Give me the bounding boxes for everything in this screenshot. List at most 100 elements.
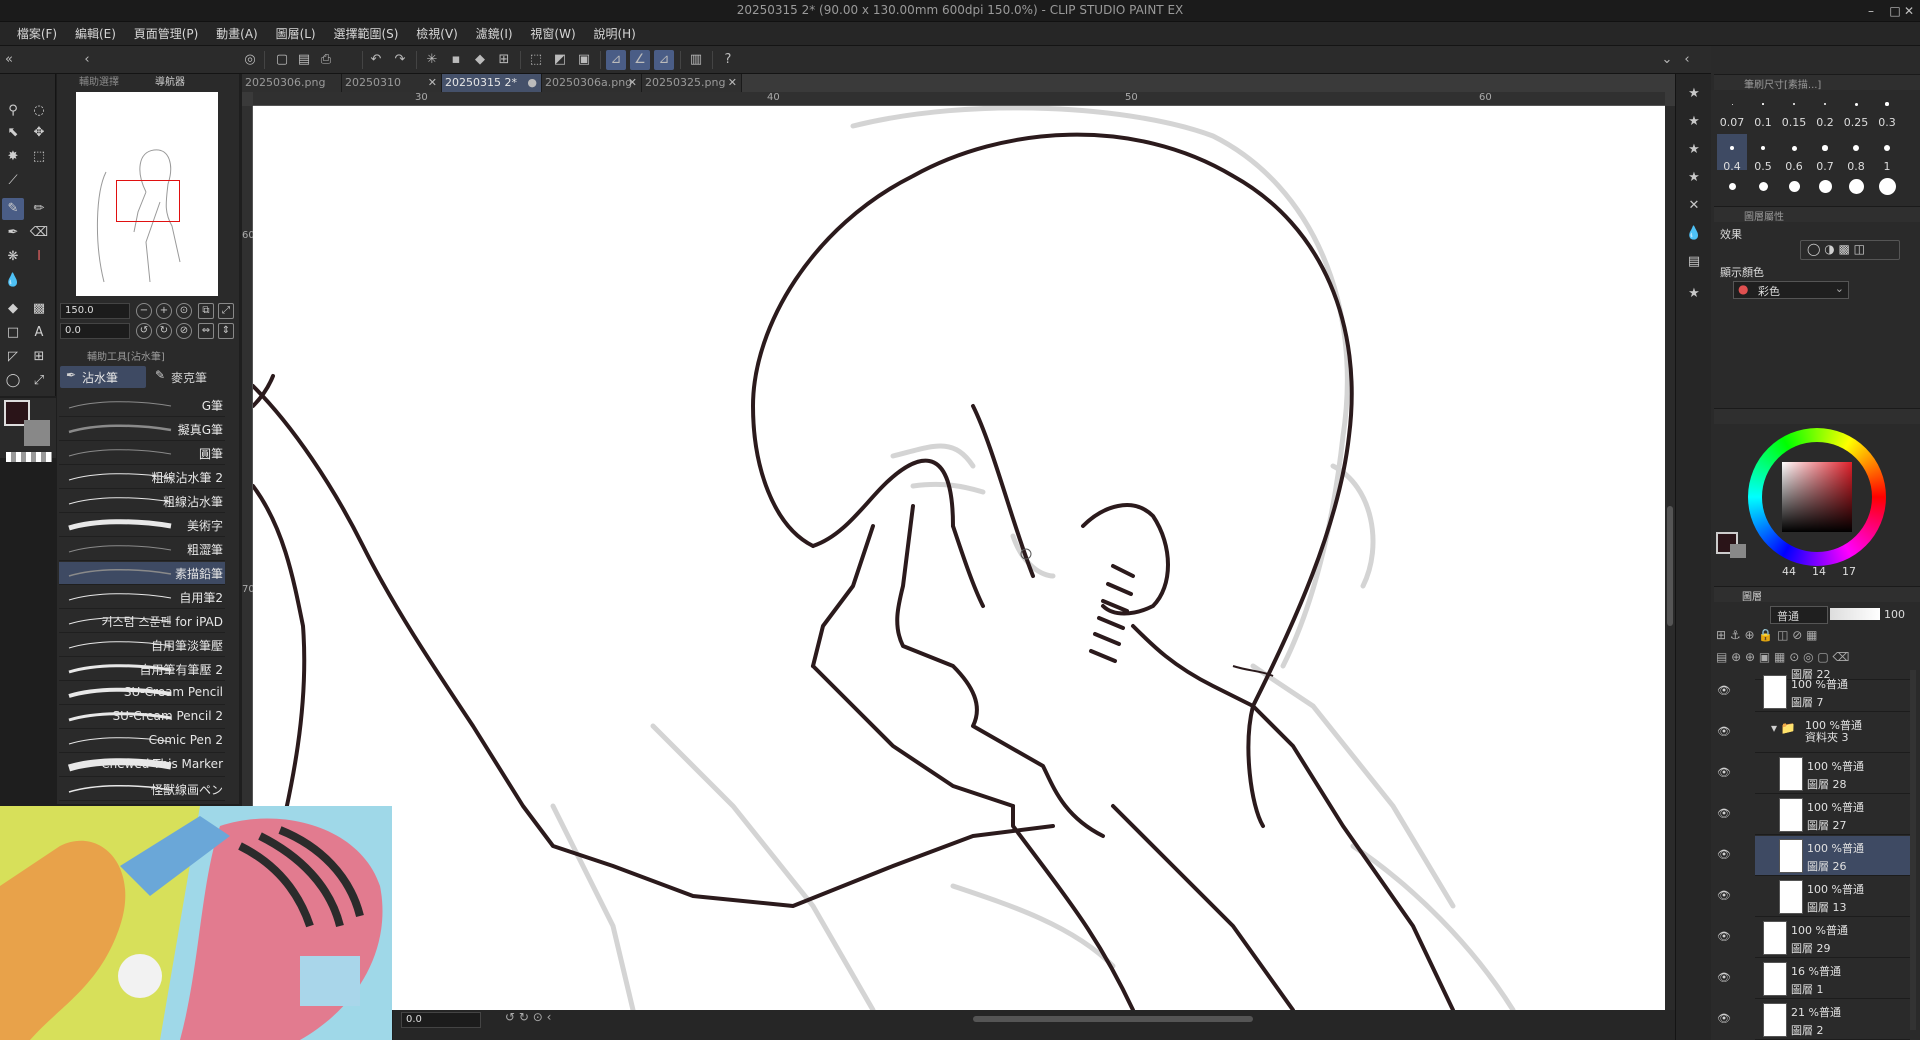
eye-icon[interactable]: 👁 — [1717, 1012, 1735, 1026]
eye-icon[interactable]: 👁 — [1717, 684, 1735, 698]
figure-tool-icon[interactable]: □ — [2, 322, 24, 344]
fit-window-icon[interactable]: ⤢ — [218, 303, 234, 319]
brush-size-value[interactable]: 0.2 — [1810, 116, 1840, 129]
layer-row[interactable]: 100 %普通 圖層 28 — [1755, 754, 1910, 794]
brush-size-value[interactable]: 0.4 — [1717, 160, 1747, 173]
material-icon-2[interactable]: ★ — [1684, 112, 1704, 132]
layer-scrollbar[interactable] — [1910, 670, 1916, 1030]
invert-select-icon[interactable]: ◩ — [550, 50, 570, 70]
brush-size-value[interactable]: 0.7 — [1810, 160, 1840, 173]
undo-icon[interactable]: ↶ — [366, 50, 386, 70]
fill-tool-icon[interactable]: ◆ — [2, 298, 24, 320]
layer-row[interactable]: ▾ 📁 100 %普通 資料夾 3 — [1755, 713, 1910, 753]
tab-dip-pen[interactable]: ✒ 沾水筆 — [60, 366, 146, 388]
brush-size-value[interactable]: 0.07 — [1717, 116, 1747, 129]
layer-row[interactable]: 21 %普通 圖層 2 — [1755, 1000, 1910, 1040]
layer-row[interactable]: 100 %普通 圖層 27 — [1755, 795, 1910, 835]
auto-select-icon[interactable]: ✸ — [2, 146, 24, 168]
drop-icon[interactable]: 💧 — [1684, 224, 1704, 244]
brush-size-value[interactable]: 0.3 — [1872, 116, 1902, 129]
actual-size-icon[interactable]: ⊙ — [176, 303, 192, 319]
minimize-button[interactable]: – — [1858, 0, 1884, 22]
layer-row[interactable]: 100 %普通 圖層 13 — [1755, 877, 1910, 917]
brush-size-dot[interactable] — [1853, 145, 1859, 151]
brush-size-dot[interactable] — [1791, 145, 1797, 151]
material-icon-3[interactable]: ★ — [1684, 140, 1704, 160]
brush-item[interactable]: 커스텀 스푼펜 for iPAD — [59, 610, 225, 633]
brush-tool-icon[interactable]: ✒ — [2, 222, 24, 244]
brush-size-dot[interactable] — [1762, 103, 1764, 105]
brush-item[interactable]: 粗線沾水筆 2 — [59, 466, 225, 489]
brush-item[interactable]: 粗線沾水筆 — [59, 490, 225, 513]
menu-filter[interactable]: 濾鏡(I) — [469, 22, 520, 46]
brush-item[interactable]: 怪獸線画ペン — [59, 778, 225, 801]
brush-item[interactable]: SU-Cream Pencil — [59, 682, 225, 705]
text-tool-icon[interactable]: A — [28, 322, 50, 344]
flip-h-icon[interactable]: ⇔ — [198, 323, 214, 339]
folder-icon[interactable]: ▾ 📁 — [1771, 721, 1796, 735]
brush-size-dot[interactable] — [1788, 180, 1800, 192]
brush-item[interactable]: 圓筆 — [59, 442, 225, 465]
manual-icon[interactable]: ▥ — [686, 50, 706, 70]
vertical-scroll-thumb[interactable] — [1667, 506, 1673, 626]
zoom-out-icon[interactable]: − — [136, 303, 152, 319]
zoom-value[interactable]: 150.0 — [60, 303, 130, 319]
brush-item[interactable]: Chewed This Marker — [59, 754, 225, 777]
menu-select[interactable]: 選擇範圍(S) — [326, 22, 405, 46]
brush-item[interactable]: 美術字 — [59, 514, 225, 537]
menu-layer[interactable]: 圖層(L) — [269, 22, 323, 46]
eye-icon[interactable]: 👁 — [1717, 971, 1735, 985]
tab-assist[interactable]: 輔助選擇 — [79, 74, 119, 92]
doc-tab-2[interactable]: 20250310 ✕ — [342, 74, 442, 92]
chevron-left-icon-2[interactable]: ‹ — [1680, 50, 1694, 70]
border-effect-icon[interactable]: ◯ ◑ ▩ ◫ — [1807, 242, 1865, 256]
tab-navigator[interactable]: 導航器 — [155, 74, 185, 92]
brush-size-dot[interactable] — [1854, 102, 1858, 106]
ruler-frame-icon[interactable]: ⊞ — [28, 346, 50, 368]
doc-tab-3[interactable]: 20250315 2* ● — [442, 74, 542, 92]
object-tool-icon[interactable]: ⬉ — [2, 122, 24, 144]
rotate-controls-icon[interactable]: ↺ ↻ ⊙ ‹ — [505, 1010, 551, 1024]
brush-size-dot[interactable] — [1728, 182, 1736, 190]
rect-select-icon[interactable]: ⬚ — [28, 146, 50, 168]
doc-tab-1[interactable]: 20250306.png — [242, 74, 342, 92]
chevron-down-icon[interactable]: ⌄ — [1660, 50, 1674, 70]
fill-icon[interactable]: ◆ — [470, 50, 490, 70]
gradient-tool-icon[interactable]: ▩ — [28, 298, 50, 320]
lasso-select-icon[interactable]: ◌ — [28, 100, 50, 122]
correct-line-icon[interactable]: ⤢ — [28, 370, 50, 392]
deselect-icon[interactable]: ⬚ — [526, 50, 546, 70]
save-icon[interactable]: ⎙ — [316, 50, 336, 70]
brush-size-dot[interactable] — [1885, 102, 1889, 106]
status-zoom[interactable]: 0.0 — [401, 1012, 481, 1028]
collapse-left-icon[interactable]: « — [2, 50, 16, 70]
brush-item[interactable]: 粗澀筆 — [59, 538, 225, 561]
close-tab-icon[interactable]: ✕ — [728, 74, 737, 92]
brush-size-value[interactable]: 0.6 — [1779, 160, 1809, 173]
eye-icon[interactable]: 👁 — [1717, 848, 1735, 862]
help-icon[interactable]: ? — [718, 50, 738, 70]
layer-row[interactable]: 100 %普通 圖層 26 — [1755, 836, 1910, 876]
menu-animation[interactable]: 動畫(A) — [209, 22, 265, 46]
layer-row[interactable]: 16 %普通 圖層 1 — [1755, 959, 1910, 999]
history-icon[interactable]: ▤ — [1684, 252, 1704, 272]
close-tab-icon[interactable]: ✕ — [628, 74, 637, 92]
eye-icon[interactable]: 👁 — [1717, 807, 1735, 821]
vertical-scrollbar[interactable] — [1665, 106, 1675, 1010]
brush-item[interactable]: Comic Pen 2 — [59, 730, 225, 753]
move-tool-icon[interactable]: ✥ — [28, 122, 50, 144]
eraser-tool-icon[interactable]: ⌫ — [28, 222, 50, 244]
chevron-left-icon[interactable]: ‹ — [80, 50, 94, 70]
layer-row[interactable]: 100 %普通 圖層 7 — [1755, 672, 1910, 712]
transform-icon[interactable]: ⊞ — [494, 50, 514, 70]
brush-size-dot[interactable] — [1822, 145, 1828, 151]
snap-grid-icon[interactable]: ⊿ — [654, 50, 674, 70]
frame-tool-icon[interactable]: ◸ — [2, 346, 24, 368]
opacity-slider[interactable] — [1830, 608, 1880, 620]
clear-outside-icon[interactable]: ▪ — [446, 50, 466, 70]
brush-size-value[interactable]: 1 — [1872, 160, 1902, 173]
brush-item[interactable]: 自用筆有筆壓 2 — [59, 658, 225, 681]
menu-window[interactable]: 視窗(W) — [523, 22, 582, 46]
layer-tab[interactable]: 圖層 — [1742, 588, 1762, 603]
rotate-left-icon[interactable]: ↺ — [136, 323, 152, 339]
